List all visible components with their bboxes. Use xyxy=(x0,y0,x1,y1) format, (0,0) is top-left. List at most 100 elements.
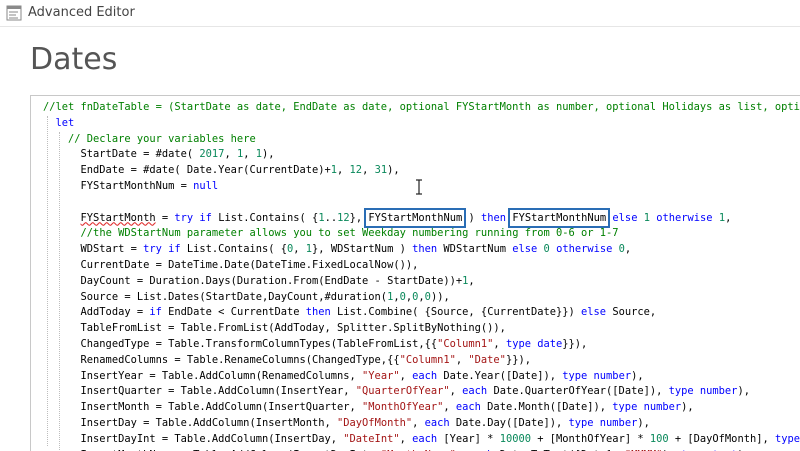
code-line[interactable]: // Declare your variables here xyxy=(43,132,800,148)
code-token: else xyxy=(581,306,607,319)
code-token: }, WDStartNum ) xyxy=(312,243,413,256)
code-token: then xyxy=(305,306,331,319)
code-line[interactable]: Source = List.Dates(StartDate,DayCount,#… xyxy=(43,290,800,306)
code-token: each xyxy=(462,385,488,398)
code-token: , xyxy=(412,416,425,429)
code-token: 2017 xyxy=(199,148,225,161)
code-line[interactable]: RenamedColumns = Table.RenameColumns(Cha… xyxy=(43,353,800,369)
code-line[interactable]: //let fnDateTable = (StartDate as date, … xyxy=(43,100,800,116)
code-token: otherwise xyxy=(556,243,613,256)
code-line[interactable]: InsertMonthName = Table.AddColumn(Insert… xyxy=(43,448,800,451)
code-token: RenamedColumns = Table.RenameColumns(Cha… xyxy=(43,353,400,366)
code-token: , xyxy=(624,243,632,256)
code-token: Date.QuarterOfYear([Date]), xyxy=(487,385,669,398)
code-token: type number xyxy=(568,416,638,429)
code-token: [Year] * xyxy=(437,432,500,445)
code-token: 100 xyxy=(649,432,669,445)
code-token: "DateInt" xyxy=(343,432,400,445)
code-token: // Declare your variables here xyxy=(68,132,256,145)
code-token: ), xyxy=(387,164,400,177)
code-token: "MonthOfYear" xyxy=(362,401,444,414)
code-token: .. xyxy=(324,211,338,224)
code-token: "DayOfMonth" xyxy=(337,416,413,429)
code-token: //let fnDateTable = (StartDate as date, … xyxy=(43,101,800,113)
code-token: let xyxy=(55,116,75,129)
code-token: Date.Year([Date]), xyxy=(437,369,563,382)
code-token: TableFromList = Table.FromList(AddToday,… xyxy=(43,322,506,335)
code-token: EndDate < CurrentDate xyxy=(161,306,306,319)
code-line[interactable]: let xyxy=(43,116,800,132)
code-token: ), xyxy=(637,416,650,429)
code-token: then xyxy=(412,243,438,256)
code-token: null xyxy=(193,179,219,192)
code-token: , xyxy=(725,211,732,224)
code-token: 31 xyxy=(374,164,388,177)
code-line[interactable]: EndDate = #date( Date.Year(CurrentDate)+… xyxy=(43,163,800,179)
code-line[interactable]: //the WDStartNum parameter allows you to… xyxy=(43,226,800,242)
code-token: EndDate = #date( Date.Year(CurrentDate)+ xyxy=(43,164,331,177)
code-token: 10000 xyxy=(499,432,531,445)
window-title: Advanced Editor xyxy=(28,5,135,20)
code-token: List.Contains( { xyxy=(180,243,287,256)
code-editor[interactable]: //let fnDateTable = (StartDate as date, … xyxy=(30,95,800,451)
code-token: StartDate = #date( xyxy=(43,148,200,161)
code-token: type number xyxy=(612,401,682,414)
code-token: , xyxy=(455,353,469,366)
code-token: , xyxy=(443,401,456,414)
code-line[interactable]: WDStart = try if List.Contains( {0, 1}, … xyxy=(43,242,800,258)
code-token: else xyxy=(612,211,638,224)
code-line[interactable]: InsertYear = Table.AddColumn(RenamedColu… xyxy=(43,369,800,385)
code-line[interactable]: ChangedType = Table.TransformColumnTypes… xyxy=(43,337,800,353)
code-token: }}), xyxy=(505,353,531,366)
code-text[interactable]: //let fnDateTable = (StartDate as date, … xyxy=(43,100,800,451)
code-line[interactable]: InsertDay = Table.AddColumn(InsertMonth,… xyxy=(43,416,800,432)
code-token: }, xyxy=(349,211,369,224)
code-line[interactable]: CurrentDate = DateTime.Date(DateTime.Fix… xyxy=(43,258,800,274)
query-name-heading: Dates xyxy=(30,42,118,77)
code-token: + [DayOfMonth], xyxy=(668,432,775,445)
code-line[interactable]: InsertDayInt = Table.AddColumn(InsertDay… xyxy=(43,432,800,448)
code-token: Source = List.Dates(StartDate,DayCount,#… xyxy=(43,290,388,303)
code-token: otherwise xyxy=(656,211,713,224)
code-line[interactable]: StartDate = #date( 2017, 1, 1), xyxy=(43,147,800,163)
advanced-editor-icon xyxy=(6,5,22,21)
code-line[interactable]: TableFromList = Table.FromList(AddToday,… xyxy=(43,321,800,337)
code-token: type number xyxy=(562,369,632,382)
code-token: InsertYear = Table.AddColumn(RenamedColu… xyxy=(43,369,363,382)
code-line[interactable]: InsertQuarter = Table.AddColumn(InsertYe… xyxy=(43,384,800,400)
code-token: + [MonthOfYear] * xyxy=(530,432,650,445)
code-token: , xyxy=(399,369,413,382)
code-token: , xyxy=(293,243,306,256)
code-line[interactable]: FYStartMonth = try if List.Contains( {1.… xyxy=(43,207,800,228)
code-token: , xyxy=(493,337,506,350)
code-token: type numb xyxy=(774,432,800,445)
code-token: InsertDay = Table.AddColumn(InsertMonth, xyxy=(43,416,338,429)
code-line[interactable] xyxy=(43,195,800,211)
code-token: , xyxy=(337,164,350,177)
code-token: "Year" xyxy=(362,369,400,382)
code-token: "QuarterOfYear" xyxy=(355,385,450,398)
text-cursor-icon xyxy=(416,179,422,195)
window-titlebar: Advanced Editor xyxy=(0,0,800,27)
code-token: if xyxy=(149,306,162,319)
code-token: Date.Day([Date]), xyxy=(449,416,569,429)
code-token: "Date" xyxy=(468,353,506,366)
code-token: , xyxy=(224,148,237,161)
code-token: each xyxy=(424,416,450,429)
code-token: CurrentDate = DateTime.Date(DateTime.Fix… xyxy=(43,258,419,271)
code-token: type date xyxy=(505,337,563,350)
code-token: type number xyxy=(668,385,738,398)
code-token: ) xyxy=(462,211,482,224)
code-token: FYStartMonth xyxy=(80,211,156,224)
code-token: "Column1" xyxy=(399,353,456,366)
code-token: each xyxy=(455,401,481,414)
code-line[interactable]: AddToday = if EndDate < CurrentDate then… xyxy=(43,305,800,321)
code-token: }}), xyxy=(562,337,588,350)
code-token: WDStartNum xyxy=(437,243,513,256)
code-line[interactable]: InsertMonth = Table.AddColumn(InsertQuar… xyxy=(43,400,800,416)
code-token: InsertQuarter = Table.AddColumn(InsertYe… xyxy=(43,385,356,398)
code-token: else xyxy=(512,243,538,256)
code-line[interactable]: DayCount = Duration.Days(Duration.From(E… xyxy=(43,274,800,290)
